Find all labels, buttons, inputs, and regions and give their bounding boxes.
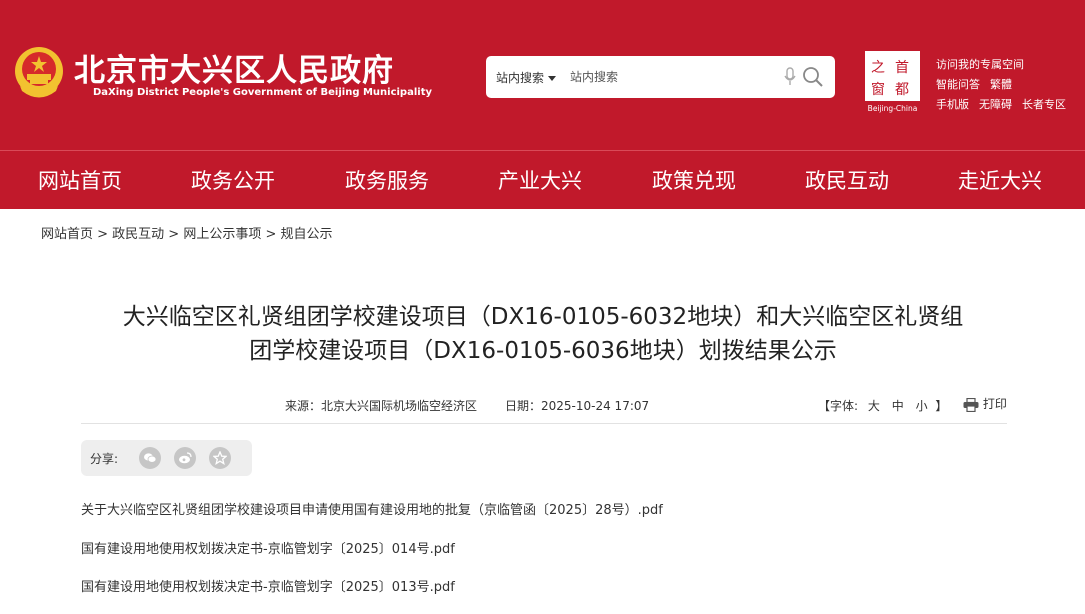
quick-links: 访问我的专属空间 智能问答 繁體 手机版 无障碍 长者专区 [936,55,1076,115]
file-link-3[interactable]: 国有建设用地使用权划拨决定书-京临管划字〔2025〕013号.pdf [81,576,455,595]
caret-down-icon [548,76,557,81]
logo-char-shou: 首 [895,60,909,76]
font-size-label: 【字体: [818,399,859,413]
font-size-end: 】 [935,399,948,413]
print-label: 打印 [982,397,1007,411]
page-title: 大兴临空区礼贤组团学校建设项目（DX16-0105-6032地块）和大兴临空区礼… [80,300,1006,368]
logo-char-du: 都 [895,82,909,98]
nav-about[interactable]: 走近大兴 [958,165,1042,195]
logo-char-chuang: 窗 [871,81,885,98]
site-header: 北京市大兴区人民政府 DaXing District People's Gove… [0,0,1085,150]
quick-link-traditional[interactable]: 繁體 [990,78,1012,91]
page-title-line-1: 大兴临空区礼贤组团学校建设项目（DX16-0105-6032地块）和大兴临空区礼… [122,304,964,330]
nav-gov-services[interactable]: 政务服务 [345,165,429,195]
capital-window-logo[interactable]: 之 首 窗 都 Beijing-China [864,50,921,114]
logo-char-zhi: 之 [871,60,885,76]
quick-link-elderly[interactable]: 长者专区 [1022,98,1066,111]
search-box: 站内搜索 [486,56,835,98]
printer-icon [963,397,979,412]
quick-link-personal-space[interactable]: 访问我的专属空间 [936,58,1024,71]
search-scope-select[interactable]: 站内搜索 [496,69,557,86]
divider [81,423,1007,424]
article-source: 来源：北京大兴国际机场临空经济区 [285,399,478,413]
national-emblem-icon[interactable] [12,44,66,100]
page-title-line-2: 团学校建设项目（DX16-0105-6036地块）划拨结果公示 [249,338,837,364]
microphone-icon[interactable] [783,67,797,87]
search-icon[interactable] [802,66,824,88]
quick-link-mobile[interactable]: 手机版 [936,98,969,111]
file-link-2[interactable]: 国有建设用地使用权划拨决定书-京临管划字〔2025〕014号.pdf [81,538,455,557]
font-size-small[interactable]: 小 [916,399,928,413]
nav-interaction[interactable]: 政民互动 [805,165,889,195]
search-input[interactable] [570,65,766,89]
file-link-1[interactable]: 关于大兴临空区礼贤组团学校建设项目申请使用国有建设用地的批复（京临管函〔2025… [81,499,663,518]
quick-link-smart-qa[interactable]: 智能问答 [936,78,980,91]
search-scope-label: 站内搜索 [496,71,545,85]
nav-policy[interactable]: 政策兑现 [652,165,736,195]
nav-gov-affairs[interactable]: 政务公开 [191,165,275,195]
quick-link-accessibility[interactable]: 无障碍 [979,98,1012,111]
share-bar: 分享: [81,440,252,476]
star-icon[interactable] [209,447,231,469]
font-size-large[interactable]: 大 [868,399,880,413]
main-nav: 网站首页 政务公开 政务服务 产业大兴 政策兑现 政民互动 走近大兴 [0,150,1085,209]
article-date: 日期：2025-10-24 17:07 [505,399,650,413]
site-title[interactable]: 北京市大兴区人民政府 [74,45,394,90]
breadcrumb[interactable]: 网站首页 > 政民互动 > 网上公示事项 > 规自公示 [41,223,332,242]
nav-industry[interactable]: 产业大兴 [498,165,582,195]
wechat-icon[interactable] [139,447,161,469]
font-size-control: 【字体: 大 中 小 】 [818,397,947,414]
nav-home[interactable]: 网站首页 [38,165,122,195]
logo-caption: Beijing-China [868,104,918,113]
site-subtitle: DaXing District People's Government of B… [93,87,432,98]
font-size-medium[interactable]: 中 [892,399,904,413]
share-label: 分享: [90,452,119,466]
weibo-icon[interactable] [174,447,196,469]
print-button[interactable]: 打印 [963,395,1007,412]
